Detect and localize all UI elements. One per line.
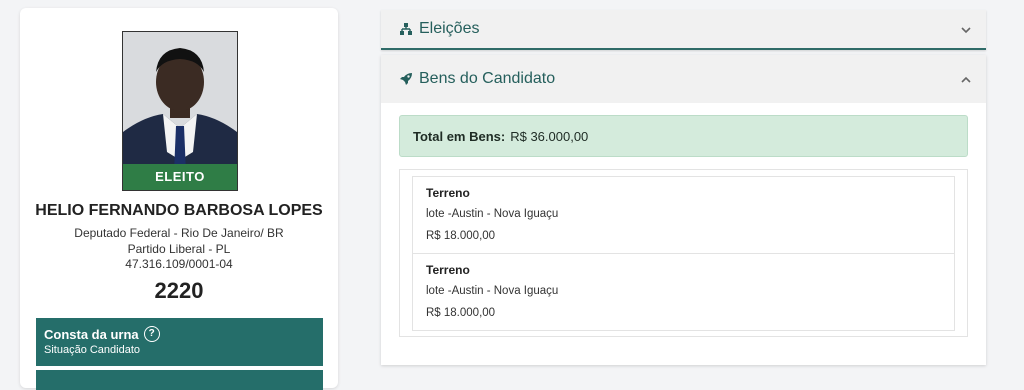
candidate-id: 47.316.109/0001-04 bbox=[125, 257, 233, 271]
candidate-party: Partido Liberal - PL bbox=[127, 241, 231, 256]
assets-list: Terreno lote -Austin - Nova Iguaçu R$ 18… bbox=[412, 176, 955, 331]
candidate-photo: ELEITO bbox=[122, 31, 238, 191]
total-value: R$ 36.000,00 bbox=[510, 128, 589, 144]
candidate-info: Deputado Federal - Rio De Janeiro/ BR Pa… bbox=[20, 226, 338, 273]
urn-title-row: Consta da urna ? bbox=[44, 326, 160, 342]
sitemap-icon bbox=[399, 22, 413, 36]
candidate-office: Deputado Federal - Rio De Janeiro/ BR bbox=[74, 226, 284, 240]
rocket-icon bbox=[399, 72, 413, 86]
assets-list-container: Terreno lote -Austin - Nova Iguaçu R$ 18… bbox=[399, 169, 968, 337]
asset-type: Terreno bbox=[426, 263, 470, 277]
chevron-down-icon[interactable] bbox=[960, 23, 972, 35]
elections-header[interactable]: Eleições bbox=[381, 10, 986, 48]
urn-next-box bbox=[36, 370, 323, 390]
asset-description: lote -Austin - Nova Iguaçu bbox=[426, 285, 559, 297]
elections-accordion: Eleições bbox=[381, 10, 986, 50]
assets-title: Bens do Candidato bbox=[419, 70, 556, 87]
asset-value: R$ 18.000,00 bbox=[426, 307, 496, 319]
urn-status-box: Consta da urna ? Situação Candidato bbox=[36, 318, 323, 366]
assets-header-row: Bens do Candidato bbox=[381, 55, 986, 103]
total-label: Total em Bens: bbox=[413, 128, 506, 144]
assets-total-box: Total em Bens: R$ 36.000,00 bbox=[399, 115, 968, 157]
candidate-card: ELEITO HELIO FERNANDO BARBOSA LOPES Depu… bbox=[20, 8, 338, 390]
asset-description: lote -Austin - Nova Iguaçu bbox=[426, 208, 559, 220]
list-item: Terreno lote -Austin - Nova Iguaçu R$ 18… bbox=[413, 253, 954, 330]
list-item: Terreno lote -Austin - Nova Iguaçu R$ 18… bbox=[413, 177, 954, 253]
asset-value: R$ 18.000,00 bbox=[426, 230, 496, 242]
chevron-up-icon[interactable] bbox=[960, 73, 972, 85]
candidate-number: 2220 bbox=[154, 278, 204, 303]
urn-title: Consta da urna bbox=[44, 326, 139, 342]
assets-accordion: Bens do Candidato Total em Bens: R$ 36.0… bbox=[381, 55, 986, 365]
assets-header[interactable]: Bens do Candidato bbox=[381, 55, 986, 103]
urn-subtitle: Situação Candidato bbox=[44, 344, 141, 356]
question-circle-icon[interactable]: ? bbox=[143, 326, 160, 342]
candidate-name: HELIO FERNANDO BARBOSA LOPES bbox=[35, 202, 323, 219]
elected-badge: ELEITO bbox=[123, 164, 237, 190]
elections-title: Eleições bbox=[419, 20, 480, 37]
asset-type: Terreno bbox=[426, 186, 470, 200]
